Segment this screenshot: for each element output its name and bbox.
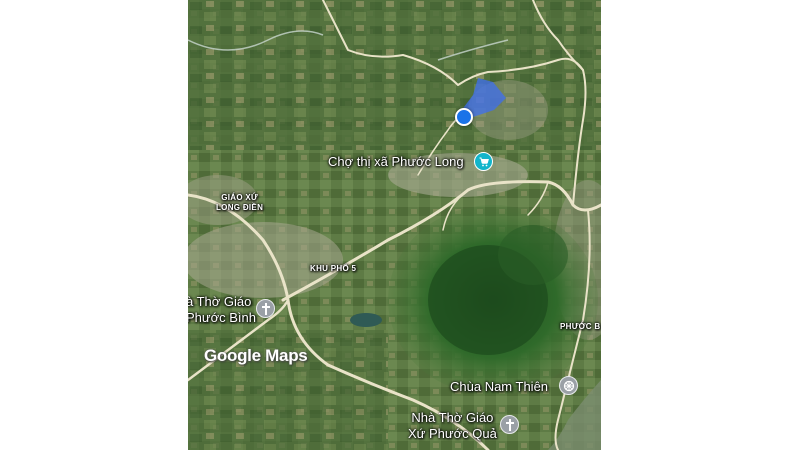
area-label-line1: GIÁO XỨ [221, 193, 258, 202]
cross-glyph [261, 302, 270, 315]
cart-glyph [479, 157, 489, 166]
cross-glyph [505, 418, 514, 431]
satellite-map[interactable]: Chợ thị xã Phước Long GIÁO XỨ LONG ĐIỀN … [188, 0, 601, 450]
area-label-giao-xu: GIÁO XỨ LONG ĐIỀN [216, 193, 263, 213]
poi-church-phuoc-qua-label[interactable]: Nhà Thờ Giáo Xứ Phước Quả [408, 410, 497, 442]
poi-church-phuoc-binh-label[interactable]: à Thờ Giáo Phước Bình [188, 294, 256, 326]
church2-line1: Nhà Thờ Giáo [411, 410, 494, 425]
church2-line2: Xứ Phước Quả [408, 426, 497, 441]
wheel-glyph [563, 380, 574, 391]
shopping-cart-icon[interactable] [474, 152, 493, 171]
dharma-wheel-icon[interactable] [559, 376, 578, 395]
poi-market-label[interactable]: Chợ thị xã Phước Long [328, 154, 464, 169]
poi-temple-label[interactable]: Chùa Nam Thiên [450, 379, 548, 394]
church1-line2: Phước Bình [188, 310, 256, 325]
area-label-line2: LONG ĐIỀN [216, 203, 264, 212]
cross-icon[interactable] [500, 415, 519, 434]
current-location-dot[interactable] [455, 108, 473, 126]
google-maps-watermark: Google Maps [204, 346, 308, 365]
area-label-khu-pho: KHU PHỐ 5 [310, 264, 357, 273]
church1-line1: à Thờ Giáo [188, 294, 252, 309]
area-label-phuoc: PHƯỚC B [560, 322, 601, 331]
cross-icon[interactable] [256, 299, 275, 318]
